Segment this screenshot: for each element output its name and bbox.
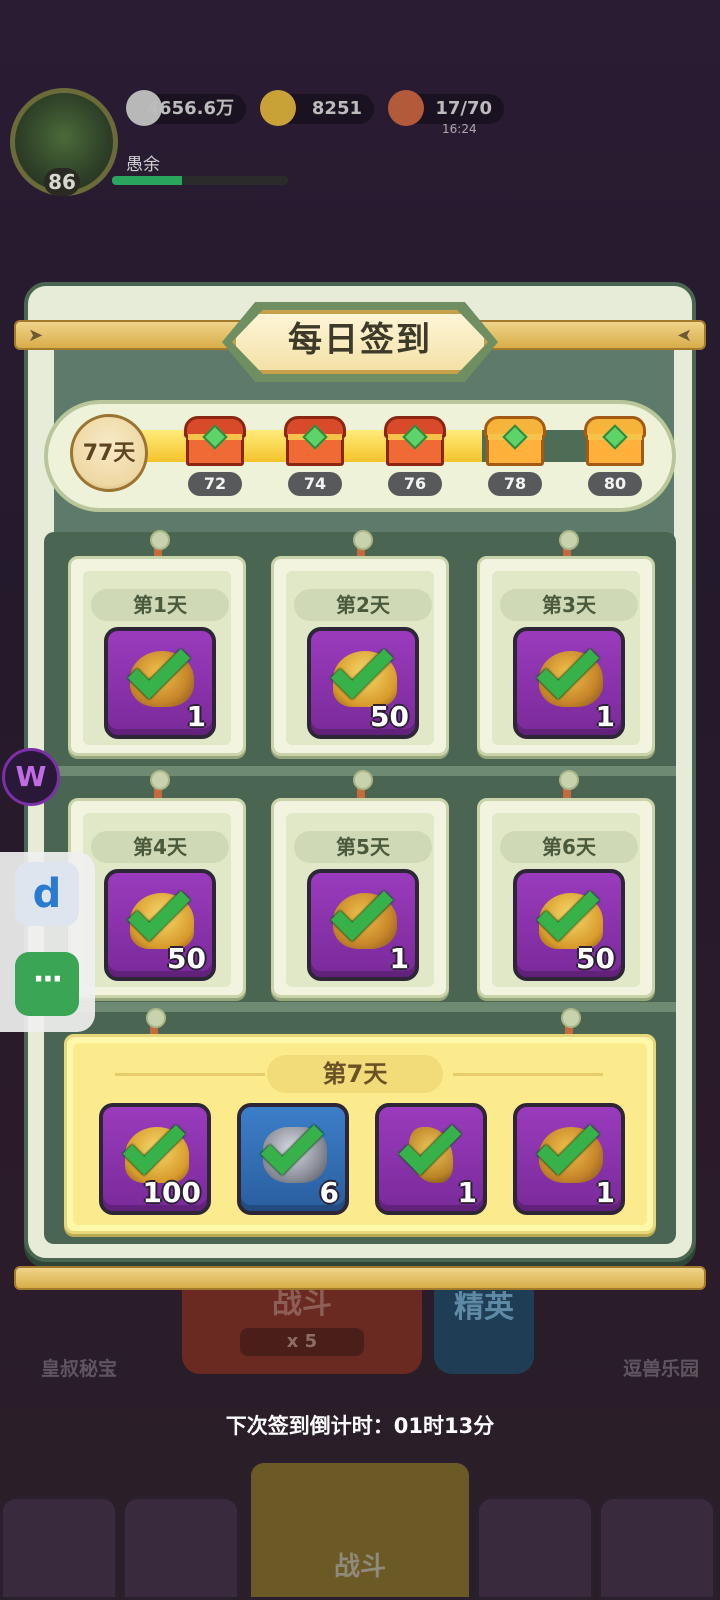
divider-line — [115, 1073, 265, 1076]
gold-ingot-icon — [260, 90, 296, 126]
stamina-timer: 16:24 — [442, 122, 477, 136]
rail-arrow-right-icon: ➤ — [28, 325, 44, 346]
milestone-label: 72 — [188, 472, 242, 496]
reward-qty: 1 — [595, 1176, 615, 1209]
milestone-label: 80 — [588, 472, 642, 496]
day-label: 第3天 — [500, 589, 638, 621]
rail-arrow-left-icon: ➤ — [676, 325, 692, 346]
reward-qty: 50 — [370, 700, 409, 733]
day-label: 第5天 — [294, 831, 432, 863]
day-label: 第1天 — [91, 589, 229, 621]
reward-item[interactable]: 1 — [307, 869, 419, 981]
reward-item[interactable]: 1 — [375, 1103, 487, 1215]
nav-tab-shop[interactable] — [598, 1496, 716, 1600]
reward-qty: 1 — [186, 700, 206, 733]
day7-label: 第7天 — [267, 1055, 443, 1093]
milestone-label: 76 — [388, 472, 442, 496]
dialog-title: 每日签到 — [288, 320, 432, 360]
day-label: 第2天 — [294, 589, 432, 621]
nav-tab-pets[interactable] — [476, 1496, 594, 1600]
days-signed-coin: 77天 — [70, 414, 148, 492]
milestone-chest[interactable]: 78 — [482, 416, 548, 496]
chest-icon — [484, 416, 546, 466]
reward-qty: 1 — [457, 1176, 477, 1209]
reward-item[interactable]: 1 — [104, 627, 216, 739]
chest-icon — [584, 416, 646, 466]
next-signin-countdown: 下次签到倒计时：01时13分 — [225, 1414, 495, 1438]
floating-more-button[interactable]: ··· — [15, 952, 79, 1016]
reward-qty: 6 — [319, 1176, 339, 1209]
milestone-label: 78 — [488, 472, 542, 496]
reward-qty: 1 — [389, 942, 409, 975]
meat-drumstick-icon — [388, 90, 424, 126]
chest-icon — [184, 416, 246, 466]
day-card[interactable]: 第3天 1 — [477, 556, 655, 756]
reward-item[interactable]: 50 — [513, 869, 625, 981]
day-card[interactable]: 第1天 1 — [68, 556, 246, 756]
uncle-treasure-label: 皇叔秘宝 — [40, 1358, 117, 1380]
more-dots-icon: ··· — [32, 962, 63, 997]
day-card[interactable]: 第2天 50 — [271, 556, 449, 756]
gold-counter[interactable]: 8251 — [260, 90, 374, 126]
reward-qty: 50 — [576, 942, 615, 975]
floating-side-panel: d ··· — [0, 852, 95, 1032]
nav-tab-heroes[interactable] — [122, 1496, 240, 1600]
floating-w-button[interactable]: W — [2, 748, 60, 806]
signin-progress-panel: 77天 72 74 76 78 80 — [44, 400, 676, 512]
silver-counter[interactable]: 4656.6万 — [126, 90, 246, 126]
day-label: 第6天 — [500, 831, 638, 863]
reward-item[interactable]: 1 — [513, 627, 625, 739]
reward-item[interactable]: 50 — [104, 869, 216, 981]
milestone-label: 74 — [288, 472, 342, 496]
shelf-divider — [44, 1002, 676, 1012]
w-logo-icon: W — [15, 760, 47, 793]
reward-qty: 50 — [167, 942, 206, 975]
day-card[interactable]: 第5天 1 — [271, 798, 449, 998]
reward-qty: 1 — [595, 700, 615, 733]
days-signed-count: 77天 — [82, 441, 136, 466]
milestone-chest[interactable]: 76 — [382, 416, 448, 496]
floating-assistant-button[interactable]: d — [15, 862, 79, 926]
day-label: 第4天 — [91, 831, 229, 863]
reward-item[interactable]: 50 — [307, 627, 419, 739]
bottom-navigation: 战斗 — [0, 1460, 720, 1600]
nav-tab-home[interactable] — [0, 1496, 118, 1600]
milestone-chest[interactable]: 72 — [182, 416, 248, 496]
reward-qty: 100 — [142, 1176, 201, 1209]
day7-card[interactable]: 第7天 100 6 1 1 — [64, 1034, 656, 1234]
reward-item[interactable]: 100 — [99, 1103, 211, 1215]
divider-line — [453, 1073, 603, 1076]
player-level-badge: 86 — [44, 168, 80, 196]
player-exp-bar — [112, 176, 288, 185]
d-logo-icon: d — [32, 871, 62, 917]
chest-icon — [284, 416, 346, 466]
day-card[interactable]: 第6天 50 — [477, 798, 655, 998]
dialog-bottom-rail — [14, 1266, 706, 1290]
reward-item[interactable]: 1 — [513, 1103, 625, 1215]
chest-icon — [384, 416, 446, 466]
beast-park-label: 逗兽乐园 — [622, 1358, 699, 1380]
milestone-chest[interactable]: 74 — [282, 416, 348, 496]
reward-item[interactable]: 6 — [237, 1103, 349, 1215]
stamina-counter[interactable]: 17/70 — [388, 90, 504, 126]
nav-tab-battle[interactable]: 战斗 — [248, 1460, 472, 1600]
player-name: 愚余 — [126, 155, 160, 175]
milestone-chest[interactable]: 80 — [582, 416, 648, 496]
